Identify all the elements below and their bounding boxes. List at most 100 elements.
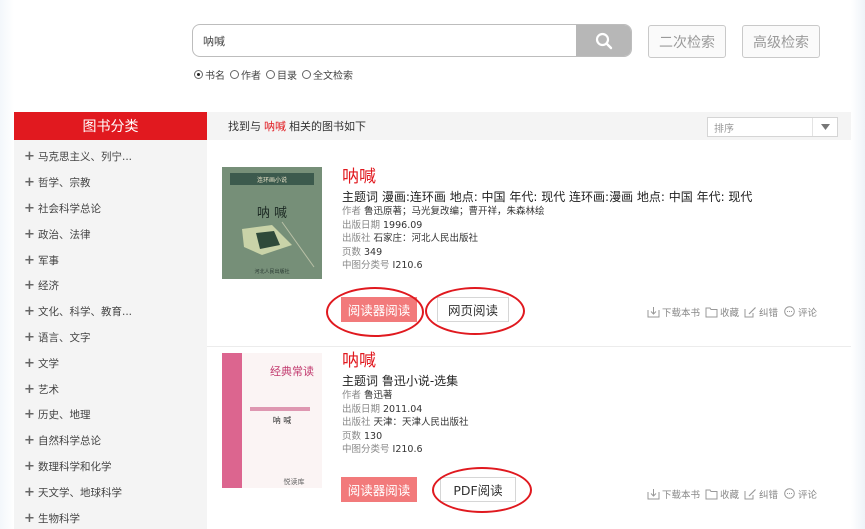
- meta-value: 天津：天津人民出版社: [373, 417, 469, 428]
- meta-label: 页数: [342, 246, 362, 258]
- category-item[interactable]: + 语言、文字: [14, 325, 207, 351]
- svg-text:悦读库: 悦读库: [284, 477, 305, 486]
- results-summary: 找到与 呐喊 相关的图书如下: [228, 112, 366, 140]
- book-cover-image: 连环画小说 呐 喊 河北人民出版社: [222, 167, 322, 279]
- radio-checked-icon: [194, 70, 203, 79]
- reader-read-button[interactable]: 阅读器阅读: [341, 477, 417, 502]
- category-item[interactable]: + 政治、法律: [14, 221, 207, 247]
- favorite-action[interactable]: 收藏: [705, 487, 739, 501]
- summary-suffix: 相关的图书如下: [289, 120, 366, 133]
- category-item[interactable]: + 哲学、宗教: [14, 170, 207, 196]
- scope-toc-radio[interactable]: 目录: [266, 67, 297, 82]
- book-info: 呐喊 主题词 鲁迅小说-选集 作者 鲁迅著 出版日期 2011.04 出版社 天津：天…: [342, 351, 469, 457]
- book-result: 经典常读 呐 喊 悦读库 呐喊 主题词 鲁迅小说-选集 作者 鲁迅著 出版日期 20…: [222, 351, 862, 529]
- plus-icon: +: [24, 510, 35, 526]
- svg-text:呐 喊: 呐 喊: [257, 206, 287, 221]
- download-action[interactable]: 下载本书: [647, 305, 700, 319]
- scope-title-radio[interactable]: 书名: [194, 67, 225, 82]
- pdf-read-button[interactable]: PDF阅读: [440, 477, 516, 502]
- plus-icon: +: [24, 355, 35, 371]
- category-label: 语言、文字: [38, 331, 91, 344]
- download-icon: [647, 489, 660, 500]
- category-item[interactable]: + 马克思主义、列宁...: [14, 144, 207, 170]
- results-header: 找到与 呐喊 相关的图书如下 排序: [207, 112, 851, 140]
- category-item[interactable]: + 军事: [14, 247, 207, 273]
- category-item[interactable]: + 文化、科学、教育...: [14, 299, 207, 325]
- book-actions: 下载本书 收藏 纠错 评论: [642, 487, 817, 501]
- action-label: 纠错: [759, 308, 779, 319]
- category-label: 哲学、宗教: [38, 177, 91, 190]
- book-publisher: 出版社 天津：天津人民出版社: [342, 416, 469, 430]
- subject-label: 主题词: [342, 374, 379, 388]
- scope-fulltext-radio[interactable]: 全文检索: [302, 67, 353, 82]
- book-clc: 中图分类号 I210.6: [342, 259, 752, 273]
- category-item[interactable]: + 社会科学总论: [14, 196, 207, 222]
- category-item[interactable]: + 经济: [14, 273, 207, 299]
- scope-author-radio[interactable]: 作者: [230, 67, 261, 82]
- category-label: 生物科学: [38, 512, 80, 525]
- action-label: 收藏: [720, 490, 740, 501]
- category-item[interactable]: + 文学: [14, 350, 207, 376]
- action-label: 下载本书: [662, 308, 701, 319]
- advanced-search-button[interactable]: 高级检索: [742, 25, 820, 58]
- svg-text:连环画小说: 连环画小说: [257, 176, 287, 184]
- search-input[interactable]: [193, 25, 575, 56]
- action-label: 下载本书: [662, 490, 701, 501]
- plus-icon: +: [24, 484, 35, 500]
- book-publisher: 出版社 石家庄：河北人民出版社: [342, 232, 752, 246]
- meta-label: 页数: [342, 430, 362, 442]
- book-author: 作者 鲁迅著: [342, 389, 469, 403]
- web-read-button[interactable]: 网页阅读: [437, 297, 509, 322]
- download-icon: [647, 307, 660, 318]
- secondary-search-button[interactable]: 二次检索: [648, 25, 726, 58]
- folder-icon: [705, 489, 718, 500]
- category-label: 社会科学总论: [38, 202, 101, 215]
- plus-icon: +: [24, 433, 35, 449]
- comment-action[interactable]: 评论: [783, 305, 817, 319]
- plus-icon: +: [24, 252, 35, 268]
- action-label: 评论: [798, 308, 818, 319]
- category-item[interactable]: + 天文学、地球科学: [14, 479, 207, 505]
- svg-text:经典常读: 经典常读: [270, 364, 314, 378]
- comment-action[interactable]: 评论: [783, 487, 817, 501]
- plus-icon: +: [24, 175, 35, 191]
- book-title[interactable]: 呐喊: [342, 351, 469, 371]
- book-title[interactable]: 呐喊: [342, 167, 752, 187]
- sort-dropdown[interactable]: 排序: [707, 117, 838, 137]
- meta-value: 349: [364, 246, 383, 258]
- category-item[interactable]: + 历史、地理: [14, 402, 207, 428]
- book-cover[interactable]: 连环画小说 呐 喊 河北人民出版社: [222, 167, 322, 279]
- plus-icon: +: [24, 226, 35, 242]
- scope-label: 作者: [241, 71, 261, 82]
- book-info: 呐喊 主题词 漫画:连环画 地点: 中国 年代: 现代 连环画:漫画 地点: 中…: [342, 167, 752, 273]
- reader-read-button[interactable]: 阅读器阅读: [341, 297, 417, 322]
- subject-value: 鲁迅小说-选集: [381, 374, 459, 388]
- correct-action[interactable]: 纠错: [744, 305, 778, 319]
- correct-action[interactable]: 纠错: [744, 487, 778, 501]
- edit-icon: [744, 307, 756, 318]
- category-label: 军事: [38, 254, 59, 267]
- meta-value: 130: [364, 430, 383, 442]
- search-button[interactable]: [576, 25, 631, 56]
- book-pages: 页数 130: [342, 430, 469, 444]
- radio-icon: [266, 70, 275, 79]
- category-label: 经济: [38, 280, 59, 293]
- book-cover-image: 经典常读 呐 喊 悦读库: [222, 353, 322, 488]
- sort-placeholder: 排序: [714, 123, 734, 135]
- download-action[interactable]: 下载本书: [647, 487, 700, 501]
- category-label: 文学: [38, 357, 59, 370]
- category-label: 自然科学总论: [38, 435, 101, 448]
- meta-value: 鲁迅著: [364, 390, 393, 401]
- category-item[interactable]: + 数理科学和化学: [14, 454, 207, 480]
- book-cover[interactable]: 经典常读 呐 喊 悦读库: [222, 353, 322, 488]
- category-item[interactable]: + 艺术: [14, 376, 207, 402]
- book-actions: 下载本书 收藏 纠错 评论: [642, 305, 817, 319]
- category-item[interactable]: + 自然科学总论: [14, 428, 207, 454]
- favorite-action[interactable]: 收藏: [705, 305, 739, 319]
- scope-label: 书名: [205, 71, 225, 82]
- category-item[interactable]: + 生物科学: [14, 505, 207, 529]
- category-label: 天文学、地球科学: [38, 486, 122, 499]
- search-icon: [595, 32, 612, 49]
- meta-label: 出版日期: [342, 219, 381, 231]
- svg-text:河北人民出版社: 河北人民出版社: [254, 268, 289, 275]
